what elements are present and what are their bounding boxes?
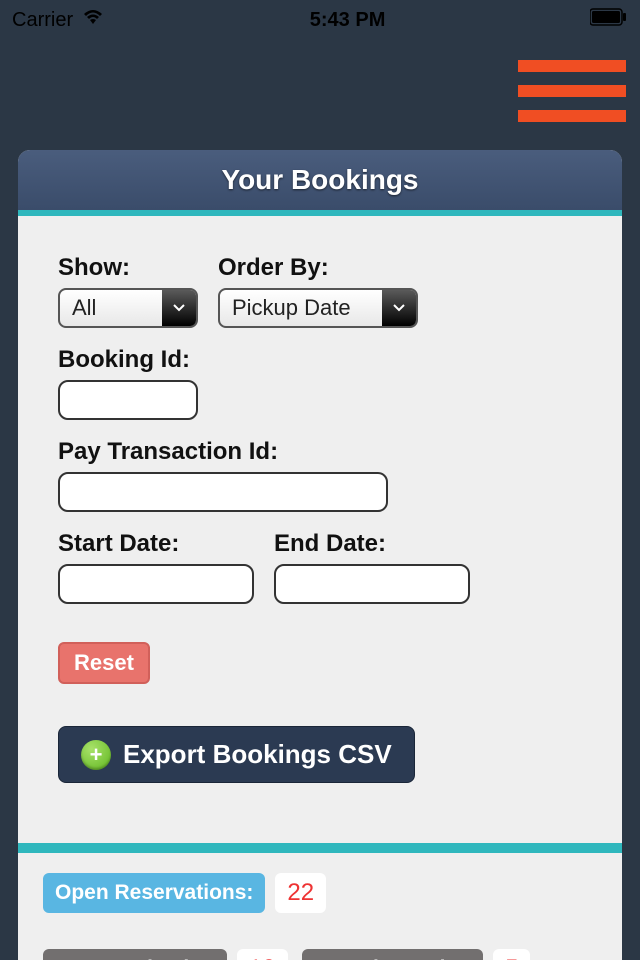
battery-icon [590, 8, 628, 32]
order-by-select[interactable]: Pickup Date [218, 288, 418, 328]
end-date-input[interactable] [274, 564, 470, 604]
pay-transaction-label: Pay Transaction Id: [58, 438, 582, 466]
booking-id-input[interactable] [58, 380, 198, 420]
pay-transaction-input[interactable] [58, 472, 388, 512]
open-reservations-value: 22 [275, 873, 326, 913]
show-select[interactable]: All [58, 288, 198, 328]
start-date-label: Start Date: [58, 530, 254, 558]
approved-jobs-label: Approved Jobs: [43, 949, 227, 960]
complete-jobs-value: 5 [493, 949, 530, 960]
booking-id-label: Booking Id: [58, 346, 582, 374]
chevron-down-icon [162, 290, 196, 326]
bookings-card: Your Bookings Show: All Order By: Pickup… [18, 150, 622, 960]
complete-jobs-stat: Complete Jobs: 5 [302, 949, 531, 960]
reset-button[interactable]: Reset [58, 642, 150, 684]
show-value: All [60, 295, 162, 321]
open-reservations-label: Open Reservations: [43, 873, 265, 913]
plus-circle-icon [81, 740, 111, 770]
order-by-label: Order By: [218, 254, 418, 282]
wifi-icon [81, 8, 105, 32]
section-divider [18, 843, 622, 853]
export-csv-button[interactable]: Export Bookings CSV [58, 726, 415, 783]
start-date-input[interactable] [58, 564, 254, 604]
end-date-label: End Date: [274, 530, 470, 558]
order-by-value: Pickup Date [220, 295, 382, 321]
status-time: 5:43 PM [310, 9, 386, 32]
complete-jobs-label: Complete Jobs: [302, 949, 484, 960]
nav-bar [0, 40, 640, 150]
approved-jobs-value: 10 [237, 949, 288, 960]
status-bar: Carrier 5:43 PM [0, 0, 640, 40]
stats-area: Open Reservations: 22 Approved Jobs: 10 … [18, 853, 622, 960]
filter-form: Show: All Order By: Pickup Date [18, 216, 622, 803]
menu-icon[interactable] [518, 60, 626, 122]
approved-jobs-stat: Approved Jobs: 10 [43, 949, 288, 960]
chevron-down-icon [382, 290, 416, 326]
open-reservations-stat: Open Reservations: 22 [43, 873, 326, 913]
export-label: Export Bookings CSV [123, 739, 392, 770]
carrier-text: Carrier [12, 9, 73, 32]
show-label: Show: [58, 254, 198, 282]
card-title: Your Bookings [18, 150, 622, 216]
